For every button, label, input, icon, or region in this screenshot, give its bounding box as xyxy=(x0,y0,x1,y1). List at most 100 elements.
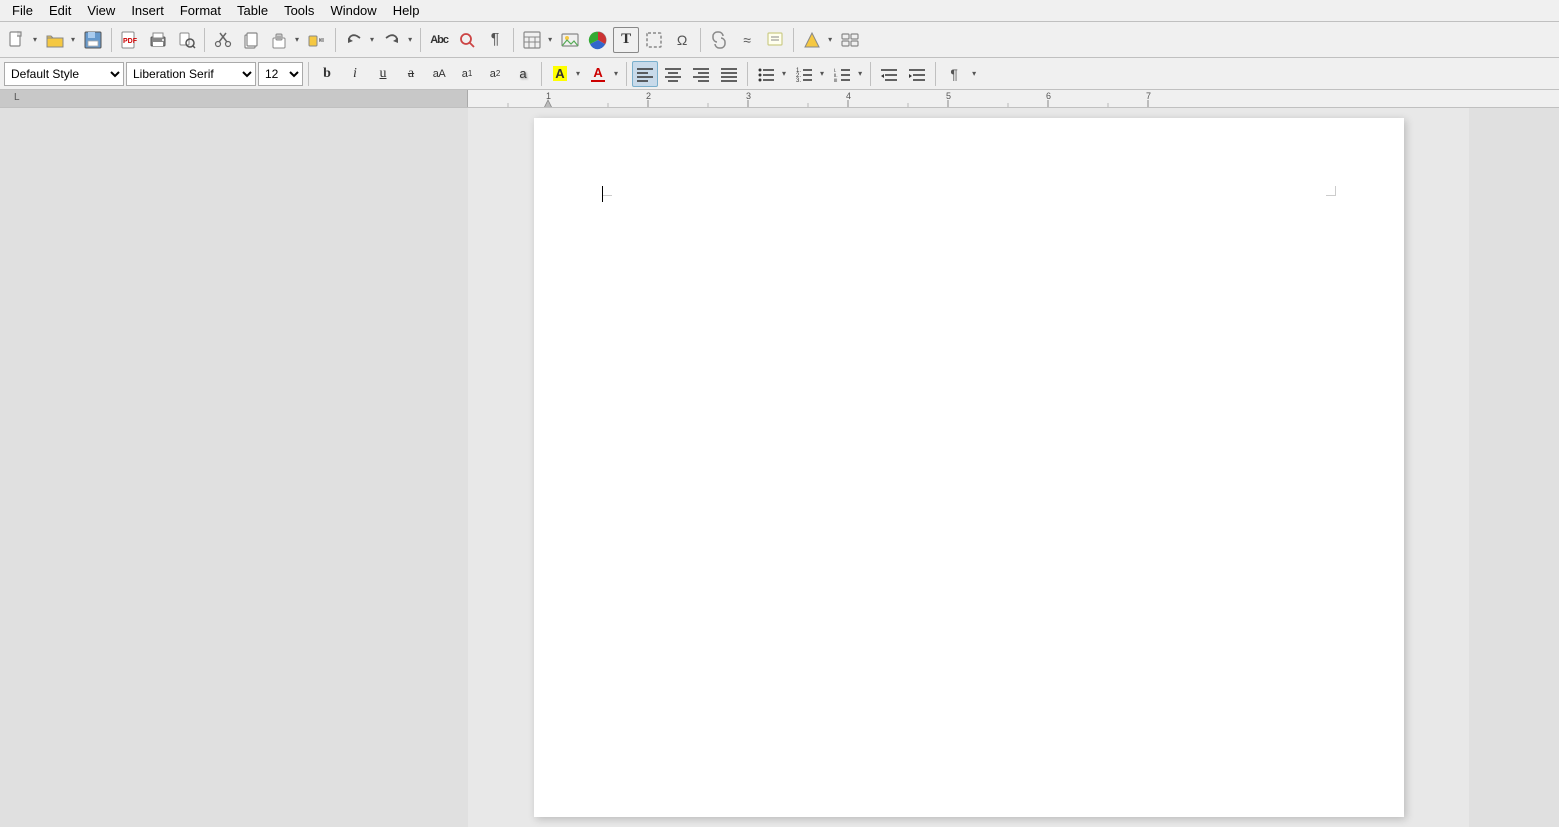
nonprinting-button[interactable]: ¶ xyxy=(482,27,508,53)
ordered-list-dropdown-arrow[interactable]: ▾ xyxy=(817,61,827,87)
save-button[interactable] xyxy=(80,27,106,53)
undo-button[interactable] xyxy=(341,27,367,53)
paragraph-style-dropdown-arrow[interactable]: ▾ xyxy=(969,61,979,87)
ruler-active[interactable]: 1 2 3 4 5 6 7 xyxy=(468,90,1559,107)
list-style-dropdown-arrow[interactable]: ▾ xyxy=(855,61,865,87)
bold-button[interactable]: b xyxy=(314,61,340,87)
new-dropdown-arrow[interactable]: ▾ xyxy=(30,27,40,53)
justify-button[interactable] xyxy=(716,61,742,87)
char-highlight-button[interactable]: A xyxy=(547,61,573,87)
paste-button[interactable] xyxy=(266,27,292,53)
align-right-button[interactable] xyxy=(688,61,714,87)
frame-button[interactable] xyxy=(641,27,667,53)
char-highlight-btn-group: A ▾ xyxy=(547,61,583,87)
print-button[interactable] xyxy=(145,27,171,53)
open-button[interactable] xyxy=(42,27,68,53)
menu-view[interactable]: View xyxy=(79,1,123,20)
document-page[interactable] xyxy=(534,118,1404,817)
toolbar-formatting: Default Style Liberation Serif 12 b i u … xyxy=(0,58,1559,90)
uppercase-button[interactable]: aA xyxy=(426,61,452,87)
char-highlight-dropdown-arrow[interactable]: ▾ xyxy=(573,61,583,87)
strikethrough-button[interactable]: a xyxy=(398,61,424,87)
menu-edit[interactable]: Edit xyxy=(41,1,79,20)
undo-dropdown-arrow[interactable]: ▾ xyxy=(367,27,377,53)
align-left-button[interactable] xyxy=(632,61,658,87)
sep2 xyxy=(204,28,205,52)
unordered-list-dropdown-arrow[interactable]: ▾ xyxy=(779,61,789,87)
svg-text:4: 4 xyxy=(846,91,851,101)
paragraph-style-button[interactable]: ¶ xyxy=(941,61,967,87)
cut-button[interactable] xyxy=(210,27,236,53)
font-color-dropdown-arrow[interactable]: ▾ xyxy=(611,61,621,87)
menu-insert[interactable]: Insert xyxy=(123,1,172,20)
pdf-export-button[interactable]: PDF xyxy=(117,27,143,53)
shape-fill-dropdown-arrow[interactable]: ▾ xyxy=(825,27,835,53)
table-dropdown-arrow[interactable]: ▾ xyxy=(545,27,555,53)
shadow-button[interactable]: a xyxy=(510,61,536,87)
sep8 xyxy=(308,62,309,86)
size-dropdown[interactable]: 12 xyxy=(258,62,303,86)
menu-tools[interactable]: Tools xyxy=(276,1,322,20)
print-preview-button[interactable] xyxy=(173,27,199,53)
undo-btn-group: ▾ xyxy=(341,27,377,53)
style-dropdown[interactable]: Default Style xyxy=(4,62,124,86)
list-style-button[interactable]: i.ii.iii xyxy=(829,61,855,87)
font-color-button[interactable]: A xyxy=(585,61,611,87)
unordered-list-button[interactable] xyxy=(753,61,779,87)
sep13 xyxy=(935,62,936,86)
subscript-button[interactable]: a1 xyxy=(454,61,480,87)
track-changes-button[interactable]: ≈ xyxy=(734,27,760,53)
svg-text:3.: 3. xyxy=(796,78,801,82)
sep7 xyxy=(793,28,794,52)
superscript-button[interactable]: a2 xyxy=(482,61,508,87)
table-btn-group: ▾ xyxy=(519,27,555,53)
font-dropdown[interactable]: Liberation Serif xyxy=(126,62,256,86)
open-dropdown-arrow[interactable]: ▾ xyxy=(68,27,78,53)
svg-text:PDF: PDF xyxy=(123,38,138,45)
copy-button[interactable] xyxy=(238,27,264,53)
redo-dropdown-arrow[interactable]: ▾ xyxy=(405,27,415,53)
italic-button[interactable]: i xyxy=(342,61,368,87)
find-button[interactable] xyxy=(454,27,480,53)
ruler-corner-marker: L xyxy=(14,92,20,103)
redo-button[interactable] xyxy=(379,27,405,53)
ordered-list-button[interactable]: 1.2.3. xyxy=(791,61,817,87)
clone-formatting-button[interactable] xyxy=(304,27,330,53)
spellcheck-button[interactable]: Abc xyxy=(426,27,452,53)
textbox-button[interactable]: T xyxy=(613,27,639,53)
page-margin-top-right xyxy=(1326,186,1336,196)
hyperlink-button[interactable] xyxy=(706,27,732,53)
decrease-indent-button[interactable] xyxy=(876,61,902,87)
left-sidebar xyxy=(0,108,468,827)
paste-btn-group: ▾ xyxy=(266,27,302,53)
underline-button[interactable]: u xyxy=(370,61,396,87)
page-margin-top-left xyxy=(602,186,612,196)
svg-text:iii: iii xyxy=(834,78,837,82)
paste-dropdown-arrow[interactable]: ▾ xyxy=(292,27,302,53)
note-button[interactable] xyxy=(762,27,788,53)
chart-button[interactable] xyxy=(585,27,611,53)
image-insert-button[interactable] xyxy=(557,27,583,53)
menu-format[interactable]: Format xyxy=(172,1,229,20)
ordered-list-btn-group: 1.2.3. ▾ xyxy=(791,61,827,87)
sep5 xyxy=(513,28,514,52)
form-controls-button[interactable] xyxy=(837,27,863,53)
sep12 xyxy=(870,62,871,86)
align-center-button[interactable] xyxy=(660,61,686,87)
menu-bar: File Edit View Insert Format Table Tools… xyxy=(0,0,1559,22)
table-insert-button[interactable] xyxy=(519,27,545,53)
new-button[interactable] xyxy=(4,27,30,53)
svg-text:6: 6 xyxy=(1046,91,1051,101)
menu-help[interactable]: Help xyxy=(385,1,428,20)
menu-file[interactable]: File xyxy=(4,1,41,20)
sep10 xyxy=(626,62,627,86)
font-color-btn-group: A ▾ xyxy=(585,61,621,87)
unordered-list-btn-group: ▾ xyxy=(753,61,789,87)
special-char-button[interactable]: Ω xyxy=(669,27,695,53)
shape-fill-btn-group: ▾ xyxy=(799,27,835,53)
document-area[interactable] xyxy=(468,108,1469,827)
increase-indent-button[interactable] xyxy=(904,61,930,87)
menu-window[interactable]: Window xyxy=(322,1,384,20)
menu-table[interactable]: Table xyxy=(229,1,276,20)
shape-fill-button[interactable] xyxy=(799,27,825,53)
